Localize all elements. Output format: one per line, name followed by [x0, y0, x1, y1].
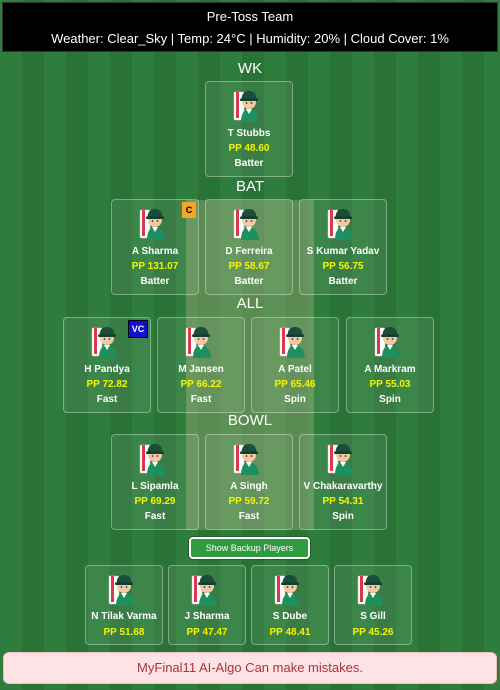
player-card[interactable]: C A Sharma PP 131.07 Batter [111, 199, 199, 295]
player-name: A Sharma [131, 246, 179, 257]
cricketer-avatar-icon [191, 572, 223, 606]
captain-badge: C [182, 202, 196, 218]
player-name: D Ferreira [225, 246, 273, 257]
player-card[interactable]: A Patel PP 65.46 Spin [251, 317, 339, 413]
player-card[interactable]: A Markram PP 55.03 Spin [346, 317, 434, 413]
player-name: S Dube [272, 611, 308, 622]
cricketer-avatar-icon [274, 572, 306, 606]
page-title: Pre-Toss Team [206, 9, 294, 24]
player-points: PP 65.46 [274, 379, 316, 390]
player-role: Batter [140, 276, 170, 287]
player-points: PP 131.07 [131, 261, 179, 272]
player-points: PP 45.26 [352, 627, 394, 638]
player-role: Spin [379, 394, 401, 405]
player-card[interactable]: A Singh PP 59.72 Fast [205, 434, 293, 530]
player-points: PP 72.82 [86, 379, 128, 390]
player-card[interactable]: D Ferreira PP 58.67 Batter [205, 199, 293, 295]
player-name: J Sharma [184, 611, 230, 622]
cricketer-avatar-icon [233, 88, 265, 122]
player-points: PP 56.75 [322, 261, 364, 272]
player-role: Fast [96, 394, 118, 405]
vice-captain-badge: VC [128, 320, 148, 338]
cricketer-avatar-icon [327, 206, 359, 240]
cricketer-avatar-icon [185, 324, 217, 358]
cricketer-avatar-icon [91, 324, 123, 358]
player-role: Batter [328, 276, 358, 287]
player-role: Fast [144, 511, 166, 522]
backup-player-card[interactable]: S Dube PP 48.41 [251, 565, 329, 645]
cricketer-avatar-icon [233, 206, 265, 240]
player-role: Fast [190, 394, 212, 405]
player-name: A Markram [364, 364, 416, 375]
player-card[interactable]: T Stubbs PP 48.60 Batter [205, 81, 293, 177]
player-name: M Jansen [178, 364, 224, 375]
player-name: S Kumar Yadav [306, 246, 380, 257]
backup-player-card[interactable]: S Gill PP 45.26 [334, 565, 412, 645]
player-role: Fast [238, 511, 260, 522]
player-name: L Sipamla [131, 481, 179, 492]
disclaimer-banner: MyFinal11 AI-Algo Can make mistakes. [3, 652, 497, 684]
player-points: PP 58.67 [228, 261, 270, 272]
player-card[interactable]: V Chakaravarthy PP 54.31 Spin [299, 434, 387, 530]
section-label-all: ALL [236, 295, 264, 312]
player-role: Batter [234, 158, 264, 169]
player-name: N Tilak Varma [91, 611, 157, 622]
player-role: Batter [234, 276, 264, 287]
cricketer-avatar-icon [374, 324, 406, 358]
player-name: V Chakaravarthy [303, 481, 383, 492]
cricketer-avatar-icon [279, 324, 311, 358]
player-name: S Gill [360, 611, 386, 622]
cricketer-avatar-icon [108, 572, 140, 606]
player-card[interactable]: M Jansen PP 66.22 Fast [157, 317, 245, 413]
player-name: H Pandya [84, 364, 130, 375]
player-points: PP 54.31 [322, 496, 364, 507]
player-name: A Patel [278, 364, 312, 375]
player-points: PP 47.47 [186, 627, 228, 638]
player-name: T Stubbs [227, 128, 271, 139]
cricketer-avatar-icon [357, 572, 389, 606]
section-label-wk: WK [237, 60, 263, 77]
player-card[interactable]: S Kumar Yadav PP 56.75 Batter [299, 199, 387, 295]
cricketer-avatar-icon [139, 441, 171, 475]
player-role: Spin [284, 394, 306, 405]
player-name: A Singh [230, 481, 268, 492]
section-label-bat: BAT [235, 178, 265, 195]
player-role: Spin [332, 511, 354, 522]
player-points: PP 66.22 [180, 379, 222, 390]
backup-player-card[interactable]: N Tilak Varma PP 51.68 [85, 565, 163, 645]
weather-info: Weather: Clear_Sky | Temp: 24°C | Humidi… [51, 31, 449, 46]
cricketer-avatar-icon [139, 206, 171, 240]
section-label-bowl: BOWL [227, 412, 273, 429]
page-header: Pre-Toss Team Weather: Clear_Sky | Temp:… [2, 2, 498, 52]
cricketer-avatar-icon [233, 441, 265, 475]
player-card[interactable]: VC H Pandya PP 72.82 Fast [63, 317, 151, 413]
player-points: PP 69.29 [134, 496, 176, 507]
backup-player-card[interactable]: J Sharma PP 47.47 [168, 565, 246, 645]
player-points: PP 48.60 [228, 143, 270, 154]
show-backup-players-button[interactable]: Show Backup Players [189, 537, 310, 559]
player-card[interactable]: L Sipamla PP 69.29 Fast [111, 434, 199, 530]
player-points: PP 55.03 [369, 379, 411, 390]
cricketer-avatar-icon [327, 441, 359, 475]
player-points: PP 59.72 [228, 496, 270, 507]
player-points: PP 48.41 [269, 627, 311, 638]
player-points: PP 51.68 [103, 627, 145, 638]
